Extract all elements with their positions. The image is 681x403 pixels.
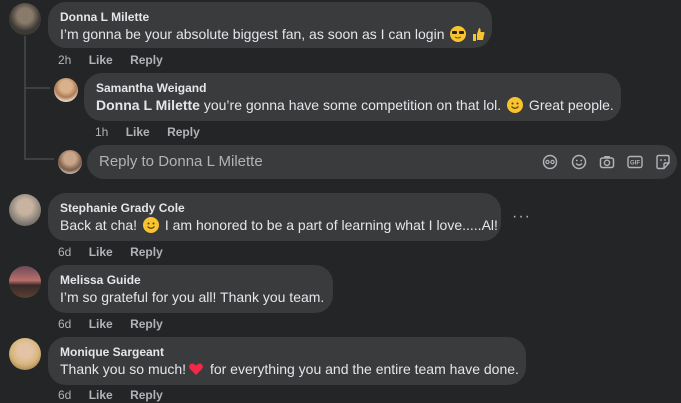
comment-text: Donna L Milette you’re gonna have some c… xyxy=(96,97,614,113)
comment-author[interactable]: Samantha Weigand xyxy=(96,81,609,96)
reply-button[interactable]: Reply xyxy=(130,245,163,259)
comment-text: Back at cha! I am honored to be a part o… xyxy=(60,217,498,233)
sticker-icon[interactable] xyxy=(655,154,671,170)
thread-branch-line xyxy=(24,158,54,160)
thread-branch-line-upper xyxy=(24,87,50,89)
like-button[interactable]: Like xyxy=(126,125,150,139)
comment-meta: 6d Like Reply xyxy=(58,245,177,259)
comment-meta: 6d Like Reply xyxy=(58,388,177,402)
comment-time[interactable]: 1h xyxy=(95,125,108,139)
comment-time[interactable]: 6d xyxy=(58,388,71,402)
mention-link[interactable]: Donna L Milette xyxy=(96,97,200,113)
avatar[interactable] xyxy=(54,78,78,102)
comment-author[interactable]: Stephanie Grady Cole xyxy=(60,201,489,216)
avatar[interactable] xyxy=(9,194,41,226)
reply-placeholder: Reply to Donna L Milette xyxy=(99,153,263,170)
comment-time[interactable]: 2h xyxy=(58,53,71,67)
smiling-emoji-icon xyxy=(507,97,524,113)
comment-author[interactable]: Donna L Milette xyxy=(60,10,480,25)
comment-text: I’m so grateful for you all! Thank you t… xyxy=(60,289,325,305)
reply-button[interactable]: Reply xyxy=(130,317,163,331)
avatar[interactable] xyxy=(9,266,41,298)
thread-line xyxy=(24,36,26,160)
more-options-button[interactable]: ··· xyxy=(512,208,531,226)
reply-button[interactable]: Reply xyxy=(130,53,163,67)
emoji-icon[interactable] xyxy=(571,154,587,170)
comment-bubble: Samantha Weigand Donna L Milette you’re … xyxy=(84,73,621,121)
comment-meta: 2h Like Reply xyxy=(58,53,177,67)
comment-author[interactable]: Monique Sargeant xyxy=(60,345,514,360)
comment-author[interactable]: Melissa Guide xyxy=(60,273,321,288)
sunglasses-emoji-icon xyxy=(450,26,467,42)
camera-icon[interactable] xyxy=(599,154,615,170)
avatar[interactable] xyxy=(9,3,41,35)
avatar[interactable] xyxy=(9,338,41,370)
comment-time[interactable]: 6d xyxy=(58,245,71,259)
avatar-sticker-icon[interactable] xyxy=(542,154,558,170)
comment-meta: 6d Like Reply xyxy=(58,317,177,331)
comment-text: Thank you so much! for everything you an… xyxy=(60,361,519,377)
reply-button[interactable]: Reply xyxy=(130,388,163,402)
comment-meta: 1h Like Reply xyxy=(95,125,214,139)
like-button[interactable]: Like xyxy=(89,53,113,67)
like-button[interactable]: Like xyxy=(89,245,113,259)
smiling-emoji-icon xyxy=(142,217,159,233)
svg-text:GIF: GIF xyxy=(630,161,640,167)
gif-icon[interactable]: GIF xyxy=(627,154,643,170)
reply-button[interactable]: Reply xyxy=(167,125,200,139)
comment-bubble: Donna L Milette I’m gonna be your absolu… xyxy=(48,2,492,48)
reply-input[interactable]: Reply to Donna L Milette GIF xyxy=(87,145,677,179)
heart-emoji-icon xyxy=(188,361,204,377)
thumbs-up-emoji-icon xyxy=(470,26,486,42)
comment-text: I’m gonna be your absolute biggest fan, … xyxy=(60,25,485,44)
comment-bubble: Stephanie Grady Cole Back at cha! I am h… xyxy=(48,193,501,241)
like-button[interactable]: Like xyxy=(89,388,113,402)
like-button[interactable]: Like xyxy=(89,317,113,331)
comment-bubble: Melissa Guide I’m so grateful for you al… xyxy=(48,265,333,313)
current-user-avatar[interactable] xyxy=(58,150,82,174)
comment-time[interactable]: 6d xyxy=(58,317,71,331)
comment-bubble: Monique Sargeant Thank you so much! for … xyxy=(48,337,526,385)
